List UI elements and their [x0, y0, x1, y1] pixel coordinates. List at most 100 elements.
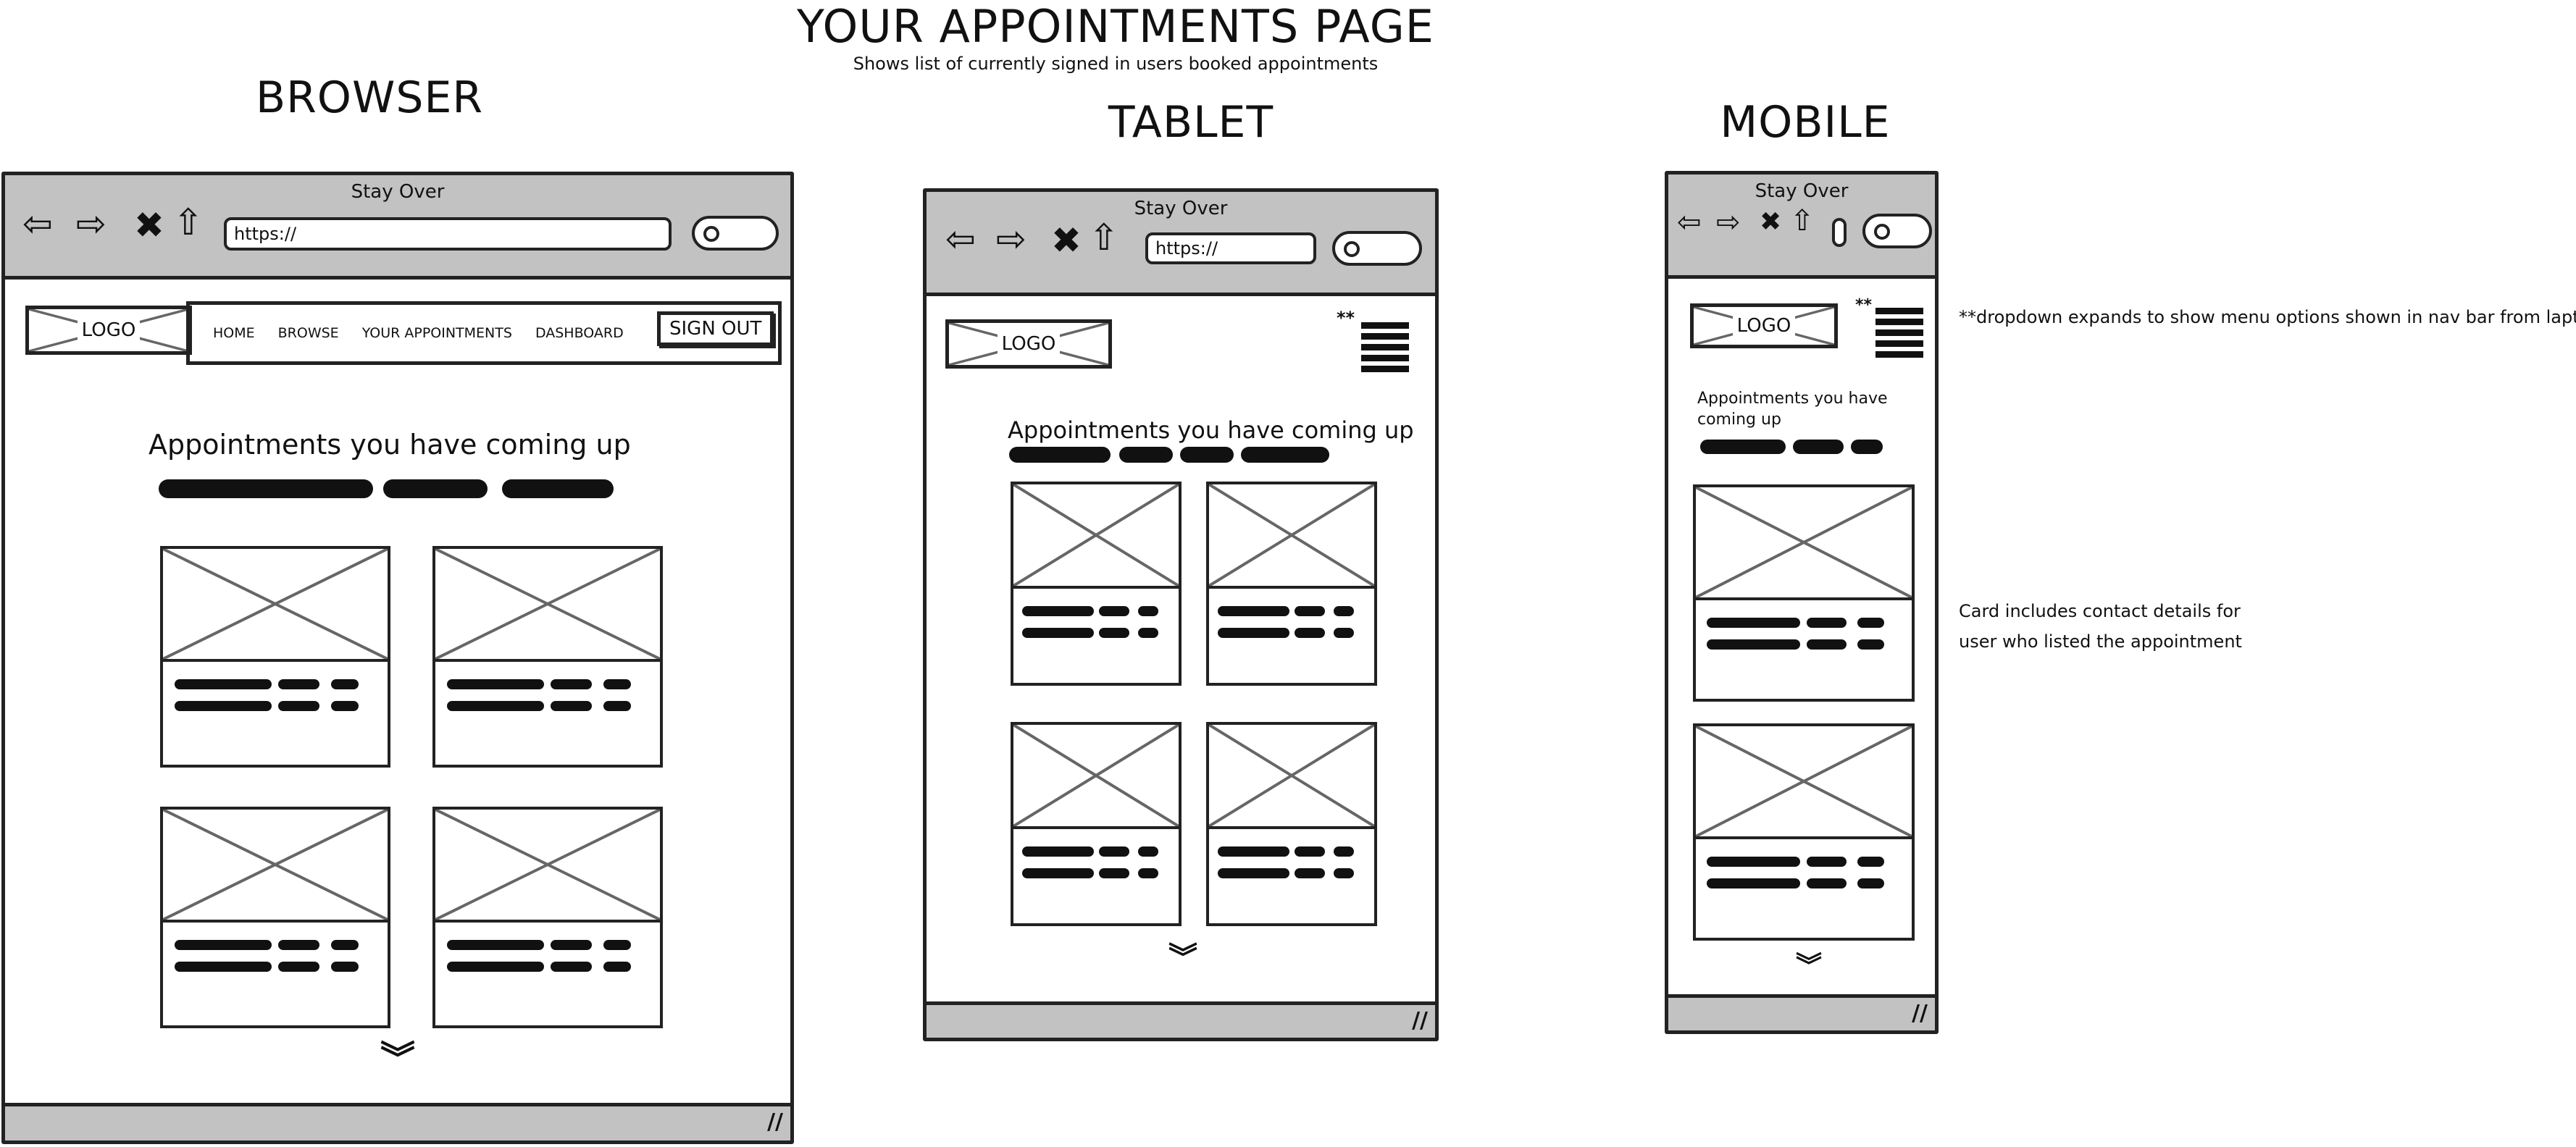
mobile-chrome: Stay Over ⇦ ⇨ ✖ ⇧ [1668, 175, 1935, 279]
appointment-card[interactable] [1206, 482, 1377, 686]
text-placeholder [1857, 639, 1884, 650]
image-placeholder [163, 549, 388, 662]
text-placeholder [603, 940, 631, 950]
browser-chrome: Stay Over ⇦ ⇨ ✖ ⇧ https:// [5, 175, 790, 280]
text-placeholder [447, 679, 544, 689]
text-placeholder [331, 962, 359, 972]
text-placeholder [1180, 447, 1234, 463]
image-placeholder [1696, 726, 1912, 839]
sign-out-button[interactable]: SIGN OUT [657, 311, 774, 346]
logo[interactable]: LOGO [945, 319, 1112, 369]
forward-arrow-icon[interactable]: ⇨ [76, 206, 106, 242]
chevron-double-down-icon[interactable]: ︾ [380, 1041, 415, 1076]
text-placeholder [1857, 618, 1884, 628]
text-placeholder [1700, 440, 1786, 454]
tablet-statusbar: // [927, 1001, 1435, 1038]
text-placeholder [331, 940, 359, 950]
home-icon[interactable]: ⇧ [1089, 219, 1119, 256]
text-placeholder [1138, 868, 1158, 878]
appointment-card[interactable] [1693, 484, 1915, 702]
appointment-card[interactable] [432, 546, 663, 768]
text-placeholder [1807, 639, 1847, 650]
home-icon[interactable]: ⇧ [173, 204, 204, 240]
appointment-card[interactable] [432, 807, 663, 1028]
text-placeholder [447, 940, 544, 950]
nav-dashboard[interactable]: DASHBOARD [535, 325, 624, 341]
text-placeholder [502, 479, 614, 498]
text-placeholder [1707, 878, 1800, 888]
appointment-card[interactable] [160, 807, 390, 1028]
close-icon[interactable]: ✖ [134, 207, 164, 243]
text-placeholder [1138, 628, 1158, 638]
search-icon[interactable] [1862, 214, 1932, 248]
browser-frame: Stay Over ⇦ ⇨ ✖ ⇧ https:// LOGO HOME BRO… [1, 172, 794, 1144]
logo[interactable]: LOGO [1690, 303, 1838, 348]
text-placeholder [331, 701, 359, 711]
appointments-heading: Appointments you have coming up [149, 429, 631, 461]
text-placeholder [1807, 878, 1847, 888]
close-icon[interactable]: ✖ [1760, 209, 1781, 235]
page-subtitle: Shows list of currently signed in users … [853, 54, 1379, 74]
text-placeholder [447, 701, 544, 711]
appointments-heading: Appointments you have coming up [1697, 390, 1888, 429]
nav-your-appointments[interactable]: YOUR APPOINTMENTS [362, 325, 512, 341]
chevron-double-down-icon[interactable]: ︾ [1796, 954, 1822, 980]
image-placeholder [435, 549, 660, 662]
back-arrow-icon[interactable]: ⇦ [945, 221, 976, 257]
url-bar[interactable]: https:// [224, 217, 672, 251]
url-bar[interactable] [1832, 218, 1847, 247]
back-arrow-icon[interactable]: ⇦ [1677, 208, 1702, 237]
appointments-heading: Appointments you have coming up [1008, 416, 1414, 444]
resize-grip-icon[interactable]: // [1412, 1008, 1428, 1033]
browser-label: BROWSER [255, 72, 484, 123]
menu-marker: ** [1855, 296, 1873, 314]
text-placeholder [1334, 868, 1354, 878]
hamburger-menu-icon[interactable] [1361, 322, 1409, 377]
home-icon[interactable]: ⇧ [1790, 206, 1815, 235]
mobile-label: MOBILE [1720, 97, 1891, 148]
text-placeholder [1022, 606, 1094, 616]
tablet-frame: Stay Over ⇦ ⇨ ✖ ⇧ https:// LOGO ** Appoi… [923, 188, 1439, 1041]
mobile-frame: Stay Over ⇦ ⇨ ✖ ⇧ LOGO ** Appointments y… [1665, 171, 1939, 1034]
resize-grip-icon[interactable]: // [1912, 1001, 1928, 1026]
back-arrow-icon[interactable]: ⇦ [22, 206, 53, 242]
image-placeholder [163, 810, 388, 923]
text-placeholder [175, 701, 272, 711]
chevron-double-down-icon[interactable]: ︾ [1168, 944, 1197, 972]
text-placeholder [1793, 440, 1844, 454]
text-placeholder [175, 962, 272, 972]
text-placeholder [1022, 868, 1094, 878]
appointment-card[interactable] [1206, 722, 1377, 926]
window-title: Stay Over [1755, 180, 1849, 202]
search-icon[interactable] [1332, 231, 1422, 266]
text-placeholder [1295, 628, 1325, 638]
nav-browse[interactable]: BROWSE [278, 325, 339, 341]
close-icon[interactable]: ✖ [1051, 222, 1082, 259]
hamburger-menu-icon[interactable] [1875, 308, 1923, 362]
text-placeholder [175, 940, 272, 950]
appointment-card[interactable] [160, 546, 390, 768]
forward-arrow-icon[interactable]: ⇨ [996, 221, 1026, 257]
image-placeholder [1696, 487, 1912, 600]
text-placeholder [551, 962, 592, 972]
text-placeholder [1099, 868, 1129, 878]
resize-grip-icon[interactable]: // [767, 1109, 783, 1135]
text-placeholder [551, 679, 592, 689]
url-bar[interactable]: https:// [1145, 232, 1316, 264]
text-placeholder [1119, 447, 1173, 463]
appointment-card[interactable] [1011, 722, 1182, 926]
appointment-card[interactable] [1011, 482, 1182, 686]
text-placeholder [1807, 857, 1847, 867]
forward-arrow-icon[interactable]: ⇨ [1716, 208, 1741, 237]
text-placeholder [1295, 868, 1325, 878]
search-icon[interactable] [692, 216, 779, 251]
text-placeholder [603, 701, 631, 711]
text-placeholder [1707, 857, 1800, 867]
text-placeholder [1022, 628, 1094, 638]
appointment-card[interactable] [1693, 723, 1915, 941]
nav-home[interactable]: HOME [213, 325, 255, 341]
window-title: Stay Over [1134, 198, 1228, 219]
text-placeholder [383, 479, 488, 498]
logo[interactable]: LOGO [25, 306, 192, 355]
browser-statusbar: // [5, 1103, 790, 1140]
